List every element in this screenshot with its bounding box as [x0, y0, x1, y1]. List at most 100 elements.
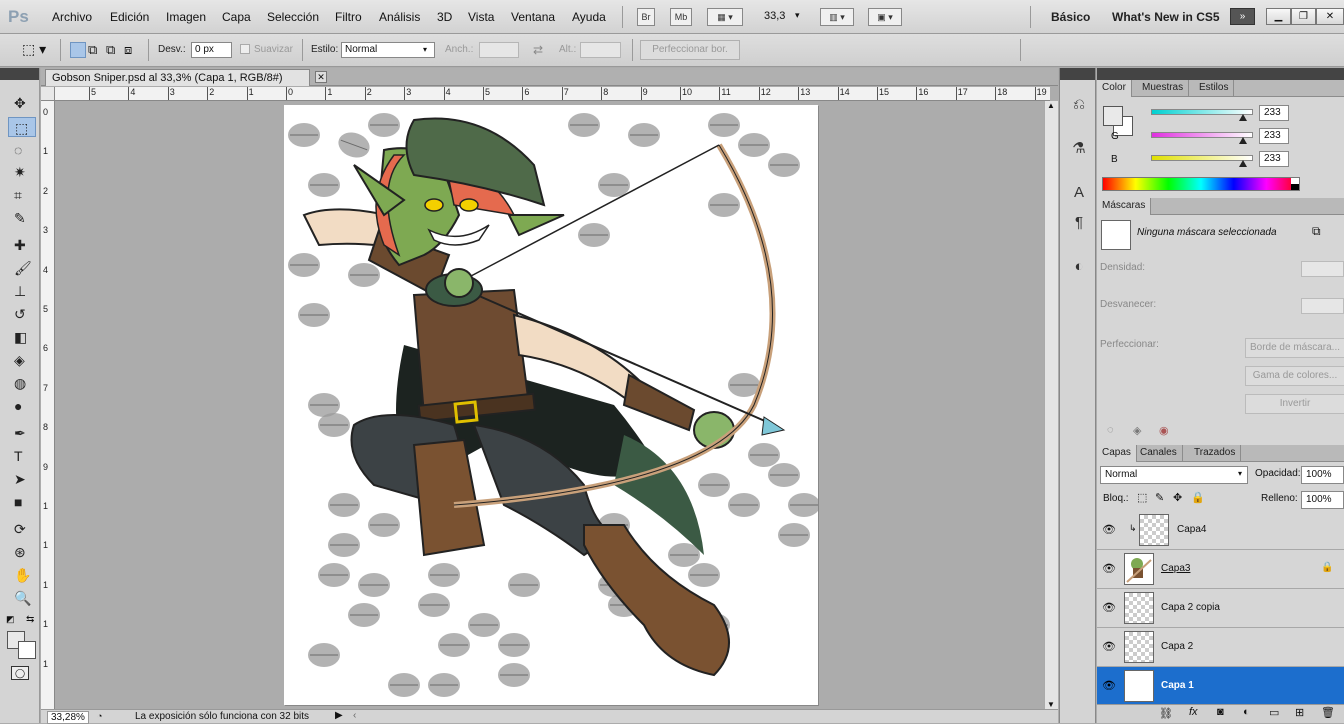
- lasso-tool-icon[interactable]: ◌: [8, 140, 36, 160]
- lock-position-icon[interactable]: ✥: [1173, 491, 1182, 504]
- zoom-level[interactable]: 33,3: [764, 10, 785, 22]
- layer-row-capa2[interactable]: 👁 Capa 2: [1097, 628, 1344, 667]
- opacity-input[interactable]: 100%: [1301, 466, 1344, 484]
- clone-stamp-tool-icon[interactable]: ⊥: [8, 281, 36, 301]
- close-icon[interactable]: ✕: [1316, 8, 1344, 25]
- layer-name[interactable]: Capa3: [1161, 563, 1190, 574]
- menu-vista[interactable]: Vista: [468, 10, 494, 24]
- healing-brush-tool-icon[interactable]: ✚: [8, 235, 36, 255]
- 3d-rotate-tool-icon[interactable]: ⟳: [8, 519, 36, 539]
- link-layers-icon[interactable]: ⛓: [1159, 707, 1173, 720]
- toolbox-grip[interactable]: [0, 68, 39, 80]
- paragraph-panel-icon[interactable]: ¶: [1068, 212, 1090, 234]
- load-selection-icon[interactable]: ◌: [1107, 424, 1114, 436]
- invert-button[interactable]: Invertir: [1245, 394, 1344, 414]
- adjustment-layer-icon[interactable]: ◐: [1243, 706, 1250, 718]
- density-input[interactable]: [1301, 261, 1344, 277]
- brush-tool-icon[interactable]: 🖌: [8, 258, 36, 278]
- green-slider[interactable]: G 233: [1097, 128, 1344, 148]
- marquee-tool-icon[interactable]: ⬚: [8, 117, 36, 137]
- new-selection-icon[interactable]: [70, 42, 86, 58]
- tab-paths[interactable]: Trazados: [1189, 445, 1242, 462]
- mask-edge-button[interactable]: Borde de máscara...: [1245, 338, 1344, 358]
- visibility-eye-icon[interactable]: 👁: [1101, 679, 1117, 693]
- fill-input[interactable]: 100%: [1301, 491, 1344, 509]
- color-range-button[interactable]: Gama de colores...: [1245, 366, 1344, 386]
- document-tab[interactable]: Gobson Sniper.psd al 33,3% (Capa 1, RGB/…: [45, 69, 327, 86]
- blue-track[interactable]: [1151, 155, 1253, 161]
- new-layer-icon[interactable]: ⊞: [1295, 706, 1304, 719]
- marquee-preset-icon[interactable]: ⬚ ▾: [22, 41, 46, 58]
- width-input[interactable]: [479, 42, 519, 58]
- apply-mask-icon[interactable]: ◈: [1133, 424, 1141, 437]
- tab-color[interactable]: Color: [1097, 80, 1132, 97]
- layer-name[interactable]: Capa 2: [1161, 641, 1193, 652]
- minimize-icon[interactable]: ▁: [1266, 8, 1291, 25]
- menu-filtro[interactable]: Filtro: [335, 10, 362, 24]
- close-document-icon[interactable]: ✕: [315, 71, 327, 83]
- history-panel-icon[interactable]: ⎌: [1068, 94, 1090, 116]
- hand-tool-icon[interactable]: ✋: [8, 565, 36, 585]
- add-selection-icon[interactable]: ⧉: [88, 42, 97, 58]
- view-extras-button[interactable]: ▦ ▾: [707, 8, 743, 26]
- blend-mode-select[interactable]: Normal: [1100, 466, 1248, 484]
- red-track[interactable]: [1151, 109, 1253, 115]
- scroll-left-icon[interactable]: ‹: [353, 710, 356, 721]
- status-arrow-icon[interactable]: ▶: [335, 710, 343, 721]
- green-value[interactable]: 233: [1259, 128, 1289, 144]
- layer-name[interactable]: Capa 2 copia: [1161, 602, 1220, 613]
- document-canvas[interactable]: [284, 105, 818, 705]
- horizontal-ruler[interactable]: 5 4 3 2 1 0 1 2 3 4 5 6 7 8 9 10 11 12 13 14 15 16 17 18 19: [55, 87, 1050, 101]
- intersect-selection-icon[interactable]: ⧈: [124, 42, 132, 58]
- tab-masks[interactable]: Máscaras: [1097, 198, 1152, 215]
- path-select-tool-icon[interactable]: ➤: [8, 469, 36, 489]
- subtract-selection-icon[interactable]: ⧉: [106, 42, 115, 58]
- visibility-eye-icon[interactable]: 👁: [1101, 640, 1117, 654]
- visibility-eye-icon[interactable]: 👁: [1101, 523, 1117, 537]
- workspace-whats-new[interactable]: What's New in CS5: [1112, 10, 1220, 24]
- tab-layers[interactable]: Capas: [1097, 445, 1137, 462]
- history-brush-tool-icon[interactable]: ↺: [8, 304, 36, 324]
- disable-mask-icon[interactable]: ◉: [1159, 424, 1169, 437]
- background-color-swatch[interactable]: [18, 641, 36, 659]
- layer-row-capa3[interactable]: 👁 Capa3 🔒: [1097, 550, 1344, 589]
- workspace-basic[interactable]: Básico: [1051, 10, 1090, 24]
- green-thumb[interactable]: [1239, 137, 1247, 144]
- pen-tool-icon[interactable]: ✒: [8, 423, 36, 443]
- move-tool-icon[interactable]: ✥: [8, 93, 36, 113]
- refine-edge-button[interactable]: Perfeccionar bor.: [640, 40, 740, 60]
- color-spectrum[interactable]: [1102, 177, 1300, 191]
- 3d-orbit-tool-icon[interactable]: ⊛: [8, 542, 36, 562]
- lock-all-icon[interactable]: 🔒: [1191, 491, 1205, 504]
- panels-grip[interactable]: [1097, 68, 1344, 80]
- add-layer-mask-icon[interactable]: ◙: [1217, 706, 1224, 718]
- swap-icon[interactable]: ⇄: [533, 43, 543, 57]
- menu-edicion[interactable]: Edición: [110, 10, 149, 24]
- eyedropper-tool-icon[interactable]: ✎: [8, 208, 36, 228]
- red-value[interactable]: 233: [1259, 105, 1289, 121]
- zoom-dropdown-icon[interactable]: ▾: [795, 10, 800, 21]
- green-track[interactable]: [1151, 132, 1253, 138]
- scroll-down-icon[interactable]: ▼: [1047, 700, 1055, 709]
- blur-tool-icon[interactable]: ◍: [8, 373, 36, 393]
- blue-slider[interactable]: B 233: [1097, 151, 1344, 171]
- dodge-tool-icon[interactable]: ●: [8, 396, 36, 416]
- menu-3d[interactable]: 3D: [437, 10, 452, 24]
- adjustments-panel-icon[interactable]: ◐: [1068, 256, 1090, 278]
- menu-ventana[interactable]: Ventana: [511, 10, 555, 24]
- swap-colors-icon[interactable]: ⇆: [26, 614, 34, 625]
- visibility-eye-icon[interactable]: 👁: [1101, 562, 1117, 576]
- status-zoom[interactable]: 33,28%: [47, 711, 89, 724]
- menu-imagen[interactable]: Imagen: [166, 10, 206, 24]
- vertical-ruler[interactable]: 0 1 2 3 4 5 6 7 8 9 1 1 1 1 1: [41, 101, 55, 709]
- menu-analisis[interactable]: Análisis: [379, 10, 420, 24]
- lock-pixels-icon[interactable]: ✎: [1155, 491, 1164, 504]
- new-group-icon[interactable]: ▭: [1269, 706, 1279, 719]
- more-workspaces-icon[interactable]: »: [1230, 8, 1255, 25]
- layer-row-capa2-copia[interactable]: 👁 Capa 2 copia: [1097, 589, 1344, 628]
- quick-select-tool-icon[interactable]: ✷: [8, 162, 36, 182]
- menu-capa[interactable]: Capa: [222, 10, 251, 24]
- vertical-scrollbar[interactable]: ▲ ▼: [1044, 101, 1058, 709]
- quick-mask-icon[interactable]: ◯: [11, 666, 29, 680]
- layer-name[interactable]: Capa4: [1177, 524, 1206, 535]
